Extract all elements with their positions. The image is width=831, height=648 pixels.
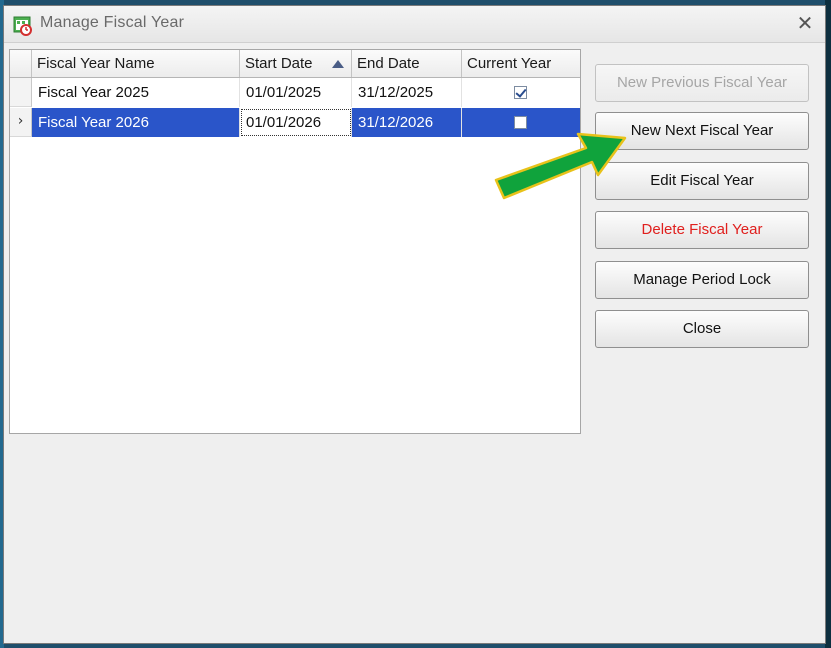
column-header-current-year[interactable]: Current Year [462,50,580,77]
edit-fiscal-year-button[interactable]: Edit Fiscal Year [595,162,809,200]
current-year-checkbox[interactable] [514,86,527,99]
close-button[interactable]: Close [595,310,809,348]
sort-ascending-icon [332,60,344,68]
cell-current-year[interactable] [462,78,580,107]
chevron-right-icon: › [17,113,24,129]
manage-period-lock-button[interactable]: Manage Period Lock [595,261,809,299]
cell-start-date[interactable]: 01/01/2025 [240,78,352,107]
grid-header: Fiscal Year Name Start Date End Date Cur… [10,50,580,78]
fiscal-year-grid[interactable]: Fiscal Year Name Start Date End Date Cur… [9,49,581,434]
table-row[interactable]: Fiscal Year 2025 01/01/2025 31/12/2025 [10,78,580,107]
current-year-checkbox[interactable] [514,116,527,129]
column-header-end-date[interactable]: End Date [352,50,462,77]
row-indicator-current[interactable]: › [10,108,32,137]
row-header-corner [10,50,32,77]
cell-end-date[interactable]: 31/12/2025 [352,78,462,107]
cell-fiscal-year-name[interactable]: Fiscal Year 2025 [32,78,240,107]
window-title: Manage Fiscal Year [40,14,185,31]
column-header-start-date[interactable]: Start Date [240,50,352,77]
app-calendar-icon [13,16,32,36]
close-window-icon[interactable]: ✕ [793,12,817,36]
manage-fiscal-year-dialog: Manage Fiscal Year ✕ Fiscal Year Name St… [3,5,826,644]
cell-end-date[interactable]: 31/12/2026 [352,108,462,137]
cell-current-year[interactable] [462,108,580,137]
cell-fiscal-year-name[interactable]: Fiscal Year 2026 [32,108,240,137]
cell-start-date-focused[interactable]: 01/01/2026 [240,108,352,137]
table-row-selected[interactable]: › Fiscal Year 2026 01/01/2026 31/12/2026 [10,108,580,137]
column-header-name[interactable]: Fiscal Year Name [32,50,240,77]
row-indicator[interactable] [10,78,32,107]
title-bar: Manage Fiscal Year ✕ [4,6,825,43]
new-next-fiscal-year-button[interactable]: New Next Fiscal Year [595,112,809,150]
column-header-start-date-label: Start Date [245,55,313,72]
new-previous-fiscal-year-button[interactable]: New Previous Fiscal Year [595,64,809,102]
delete-fiscal-year-button[interactable]: Delete Fiscal Year [595,211,809,249]
